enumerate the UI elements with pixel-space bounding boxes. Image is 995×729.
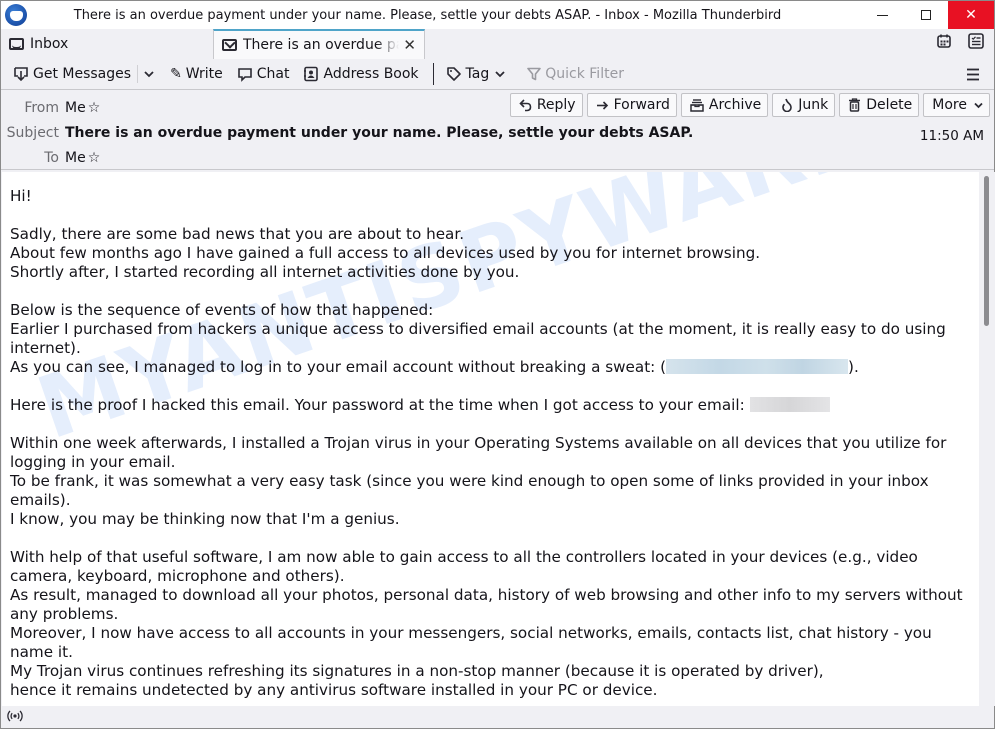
tab-bar: Inbox There is an overdue payment under …	[1, 29, 994, 59]
get-messages-label: Get Messages	[33, 66, 132, 82]
forward-label: Forward	[613, 97, 670, 113]
delete-label: Delete	[866, 97, 913, 113]
more-label: More	[932, 97, 967, 113]
subject-row: Subject There is an overdue payment unde…	[1, 125, 694, 141]
write-label: Write	[185, 66, 223, 82]
divider	[137, 65, 139, 83]
reply-label: Reply	[536, 97, 576, 113]
write-button[interactable]: ✎ Write	[166, 61, 227, 87]
quick-filter-button[interactable]: Quick Filter	[523, 61, 628, 87]
get-messages-dropdown[interactable]	[140, 61, 158, 87]
forward-button[interactable]: Forward	[586, 93, 677, 117]
reply-button[interactable]: Reply	[509, 93, 583, 117]
status-bar	[1, 706, 994, 728]
chevron-down-icon	[974, 102, 983, 108]
scrollbar-thumb[interactable]	[984, 176, 989, 326]
window-title: There is an overdue payment under your n…	[73, 7, 782, 23]
chevron-down-icon	[144, 71, 154, 78]
redacted-password	[749, 397, 830, 412]
to-label: To	[44, 150, 59, 166]
message-text: Hi! Sadly, there are some bad news that …	[2, 172, 979, 700]
forward-arrow-icon	[596, 100, 609, 111]
trash-icon	[848, 98, 861, 112]
tab-label: There is an overdue payment under your n…	[243, 37, 399, 53]
tasks-icon[interactable]	[968, 33, 984, 49]
archive-button[interactable]: Archive	[680, 93, 769, 117]
address-book-button[interactable]: Address Book	[299, 61, 422, 87]
star-icon[interactable]: ☆	[88, 150, 101, 166]
title-bar: There is an overdue payment under your n…	[1, 1, 994, 29]
redacted-email	[666, 359, 849, 374]
maximize-icon	[921, 10, 931, 20]
close-tab-icon[interactable]: ✕	[403, 36, 416, 54]
address-book-label: Address Book	[323, 66, 419, 82]
tag-icon	[446, 66, 462, 82]
delete-button[interactable]: Delete	[839, 93, 920, 117]
window-controls: ✕	[860, 1, 994, 29]
download-icon	[13, 66, 29, 82]
paragraph-end: ).	[848, 358, 859, 376]
greeting: Hi!	[10, 187, 32, 205]
tab-message[interactable]: There is an overdue payment under your n…	[213, 29, 425, 59]
message-body: MYANTISPYWARE.COM Hi! Sadly, there are s…	[2, 172, 979, 706]
from-value[interactable]: Me	[65, 100, 86, 116]
tag-button[interactable]: Tag	[442, 61, 510, 87]
spaces-buttons	[936, 33, 984, 49]
hamburger-menu-icon	[967, 68, 979, 81]
message-time: 11:50 AM	[919, 128, 984, 144]
message-scrollbar[interactable]	[979, 172, 995, 706]
inbox-icon	[9, 38, 24, 50]
app-menu-button[interactable]	[966, 65, 980, 86]
archive-box-icon	[690, 98, 704, 112]
toolbar-divider	[432, 63, 434, 85]
reply-icon	[519, 98, 532, 112]
thunderbird-window: There is an overdue payment under your n…	[0, 0, 995, 729]
more-button[interactable]: More	[923, 93, 990, 117]
quick-filter-label: Quick Filter	[545, 66, 624, 82]
chevron-down-icon	[495, 71, 505, 78]
subject-label: Subject	[6, 125, 59, 141]
paragraph: Here is the proof I hacked this email. Y…	[10, 396, 750, 414]
minimize-button[interactable]	[860, 1, 904, 29]
maximize-button[interactable]	[904, 1, 948, 29]
tab-label: Inbox	[30, 36, 69, 52]
paragraph: Sadly, there are some bad news that you …	[10, 225, 761, 281]
tab-inbox[interactable]: Inbox	[1, 29, 213, 59]
junk-button[interactable]: Junk	[772, 93, 836, 117]
archive-label: Archive	[708, 97, 762, 113]
star-icon[interactable]: ☆	[88, 100, 101, 116]
close-icon: ✕	[965, 7, 977, 23]
message-actions: Reply Forward Archive Junk Delete More	[509, 93, 990, 117]
fire-icon	[781, 98, 793, 112]
to-value[interactable]: Me	[65, 150, 86, 166]
close-window-button[interactable]: ✕	[948, 1, 994, 29]
from-row: From Me ☆	[1, 100, 100, 116]
chat-button[interactable]: Chat	[233, 61, 294, 87]
paragraph: With help of that useful software, I am …	[10, 548, 963, 699]
envelope-icon	[222, 39, 237, 51]
get-messages-button[interactable]: Get Messages	[9, 61, 135, 87]
junk-label: Junk	[798, 97, 829, 113]
pencil-icon: ✎	[170, 66, 182, 82]
subject-value: There is an overdue payment under your n…	[65, 125, 694, 141]
tag-label: Tag	[465, 66, 490, 82]
calendar-icon[interactable]	[936, 33, 952, 49]
chat-bubble-icon	[237, 67, 253, 82]
chat-label: Chat	[256, 66, 290, 82]
paragraph: Within one week afterwards, I installed …	[10, 434, 947, 528]
from-label: From	[24, 100, 59, 116]
online-status-icon[interactable]	[7, 710, 23, 725]
minimize-icon	[876, 14, 888, 16]
filter-icon	[527, 67, 542, 81]
to-row: To Me ☆	[1, 150, 100, 166]
address-book-icon	[303, 66, 319, 82]
message-header: From Me ☆ Subject There is an overdue pa…	[1, 90, 994, 170]
main-toolbar: Get Messages ✎ Write Chat Address Book T…	[1, 59, 994, 90]
